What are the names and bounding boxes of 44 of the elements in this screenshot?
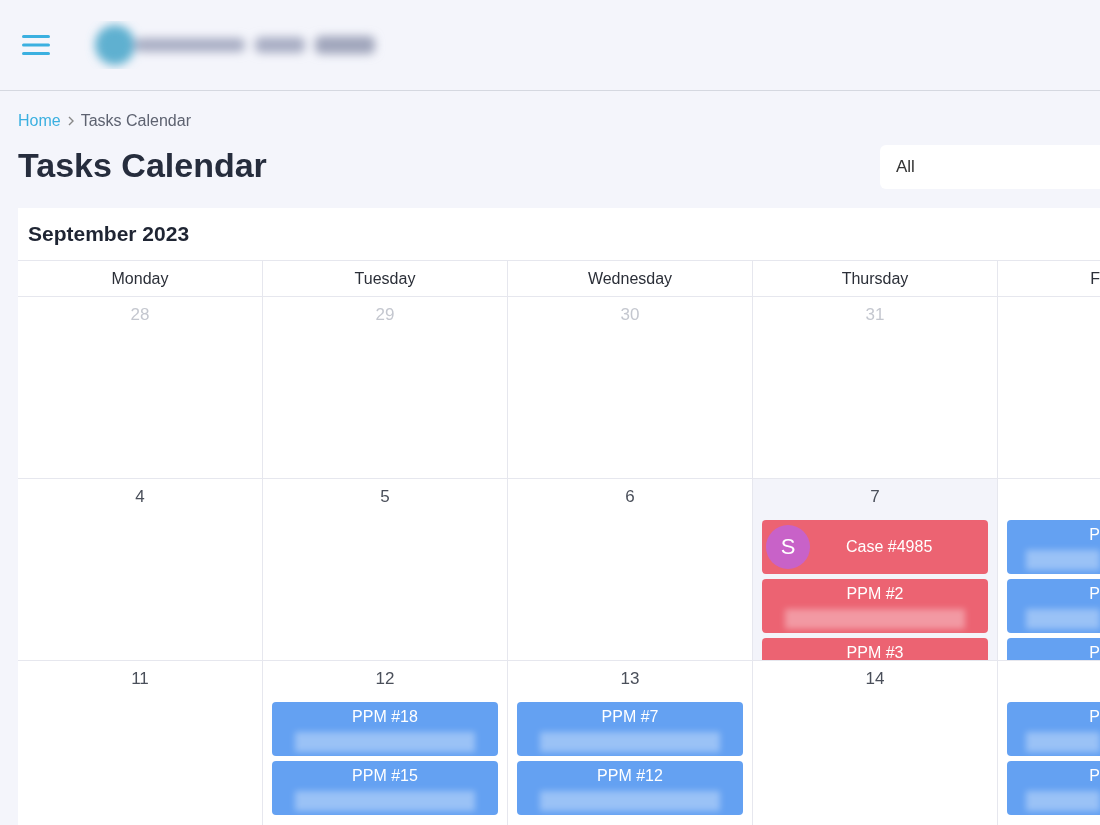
event-title: P [1089, 526, 1100, 544]
event-chip[interactable]: P [1007, 761, 1100, 815]
event-chip[interactable]: P [1007, 702, 1100, 756]
day-number: 14 [865, 669, 885, 689]
event-chip[interactable]: PPM #2 [762, 579, 988, 633]
event-chip[interactable]: PPM #7 [517, 702, 743, 756]
day-number: 5 [380, 487, 390, 507]
event-chip[interactable]: PPM #3 [762, 638, 988, 660]
chevron-icon [66, 116, 75, 126]
event-chip[interactable]: P [1007, 520, 1100, 574]
day-number: 30 [620, 305, 640, 325]
breadcrumb-current: Tasks Calendar [80, 112, 191, 130]
event-title: PPM #2 [846, 585, 904, 603]
event-chip[interactable]: P [1007, 579, 1100, 633]
event-title: PPM #7 [601, 708, 659, 726]
event-chip[interactable]: S Case #4985 [762, 520, 988, 574]
day-number: 12 [375, 669, 395, 689]
filter-select[interactable]: All [880, 145, 1100, 189]
day-number: 6 [625, 487, 635, 507]
day-number: 7 [870, 487, 880, 507]
avatar: S [766, 525, 810, 569]
event-title: P [1089, 585, 1100, 603]
event-title: PPM #3 [846, 644, 904, 660]
month-title: September 2023 [18, 208, 1100, 261]
event-chip[interactable]: PPM #15 [272, 761, 498, 815]
event-chip[interactable]: PPM #12 [517, 761, 743, 815]
event-title: PPM #12 [597, 767, 663, 785]
day-number: 29 [375, 305, 395, 325]
event-chip[interactable]: P [1007, 638, 1100, 660]
day-number: 4 [135, 487, 145, 507]
day-number: 31 [865, 305, 885, 325]
event-title: Case #4985 [846, 538, 933, 556]
breadcrumb-link[interactable]: Home [18, 112, 61, 130]
event-title: PPM #15 [352, 767, 418, 785]
day-number: 11 [131, 669, 149, 689]
day-number: 13 [620, 669, 640, 689]
menu-icon[interactable] [22, 35, 50, 55]
event-chip[interactable]: PPM #18 [272, 702, 498, 756]
page-title: Tasks Calendar [18, 145, 267, 185]
event-title: P [1089, 708, 1100, 726]
day-number: 28 [130, 305, 150, 325]
event-title: P [1089, 767, 1100, 785]
event-title: PPM #18 [352, 708, 418, 726]
event-title: P [1089, 644, 1100, 660]
